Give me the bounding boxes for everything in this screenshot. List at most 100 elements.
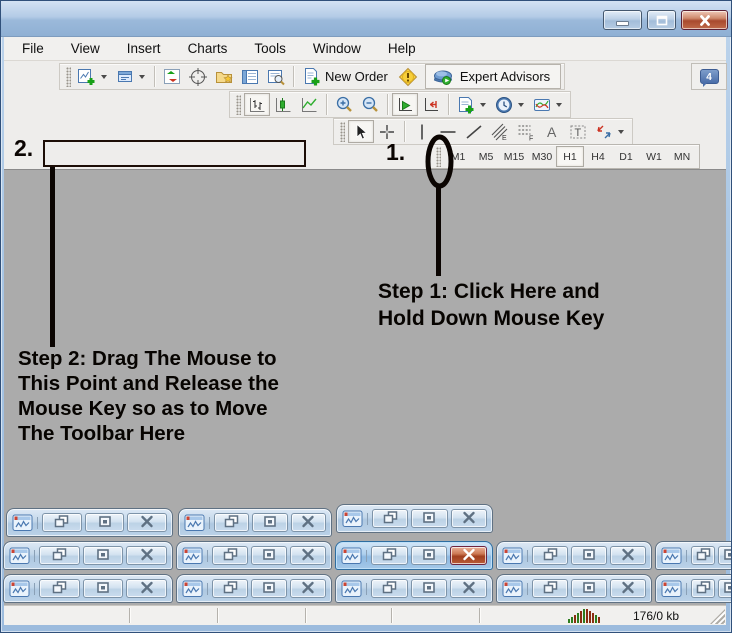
mini-close-button[interactable] [450,546,487,565]
mini-maximize-button[interactable] [411,546,448,565]
menu-item-tools[interactable]: Tools [254,41,286,56]
menu-item-insert[interactable]: Insert [127,41,161,56]
minimized-chart-window[interactable] [335,574,493,603]
mini-maximize-button[interactable] [411,579,448,598]
new-chart-button[interactable] [74,65,100,88]
mini-restore-button[interactable] [691,546,715,565]
minimized-chart-window[interactable] [655,574,732,603]
arrows-dropdown[interactable] [618,130,624,134]
history-center-button[interactable] [211,65,237,88]
fibonacci-button[interactable]: F [513,120,539,143]
mini-maximize-button[interactable] [571,546,607,565]
minimized-chart-window[interactable] [3,574,173,603]
mini-close-button[interactable] [126,546,167,565]
mini-restore-button[interactable] [372,509,408,528]
crosshair-target-button[interactable] [185,65,211,88]
crosshair-button[interactable] [374,120,400,143]
charts-toolbar-grip[interactable] [236,95,241,115]
mini-close-button[interactable] [290,579,326,598]
periods-button[interactable] [491,93,517,116]
mini-restore-button[interactable] [214,513,249,532]
mini-maximize-button[interactable] [718,546,732,565]
mini-restore-button[interactable] [371,579,408,598]
mini-maximize-button[interactable] [251,579,287,598]
indicators-dropdown[interactable] [556,103,562,107]
market-watch-button[interactable] [237,65,263,88]
minimized-chart-window[interactable] [6,508,173,537]
arrows-button[interactable] [591,120,617,143]
timeframe-m30-button[interactable]: M30 [528,146,556,167]
expert-advisors-panel[interactable]: Expert Advisors [425,64,561,89]
auto-scroll-button[interactable] [392,93,418,116]
timeframe-w1-button[interactable]: W1 [640,146,668,167]
menu-item-file[interactable]: File [22,41,44,56]
profiles-dropdown[interactable] [139,75,145,79]
timeframes-toolbar-grip[interactable] [436,147,441,167]
minimized-chart-window[interactable] [176,541,332,570]
horizontal-line-button[interactable] [435,120,461,143]
line_studies-toolbar-grip[interactable] [340,122,345,142]
timeframe-h1-button[interactable]: H1 [556,146,584,167]
maximize-button[interactable] [647,10,676,30]
cursor-button[interactable] [348,120,374,143]
periods-dropdown[interactable] [518,103,524,107]
mini-maximize-button[interactable] [411,509,447,528]
tick-chart-button[interactable] [159,65,185,88]
minimized-chart-window[interactable] [496,574,652,603]
timeframe-h4-button[interactable]: H4 [584,146,612,167]
mini-restore-button[interactable] [532,546,568,565]
mini-maximize-button[interactable] [571,579,607,598]
title-bar[interactable] [1,1,732,37]
new-chart-dropdown[interactable] [101,75,107,79]
menu-item-view[interactable]: View [71,41,100,56]
minimized-chart-window[interactable] [655,541,732,570]
mini-maximize-button[interactable] [718,579,732,598]
mini-maximize-button[interactable] [251,546,287,565]
candlestick-chart-button[interactable] [270,93,296,116]
community-chat-button[interactable]: 4 [691,63,727,90]
mini-restore-button[interactable] [691,579,715,598]
vertical-line-button[interactable] [409,120,435,143]
menu-item-charts[interactable]: Charts [188,41,228,56]
minimized-chart-window[interactable] [178,508,332,537]
menu-item-help[interactable]: Help [388,41,416,56]
text-label-button[interactable]: T [565,120,591,143]
minimized-chart-window[interactable] [496,541,652,570]
mini-close-button[interactable] [610,579,646,598]
text-button[interactable]: A [539,120,565,143]
profiles-button[interactable] [112,65,138,88]
standard-toolbar-grip[interactable] [66,67,71,87]
mini-close-button[interactable] [127,513,167,532]
indicators-button[interactable] [529,93,555,116]
line-chart-button[interactable] [296,93,322,116]
templates-button[interactable] [453,93,479,116]
timeframe-mn-button[interactable]: MN [668,146,696,167]
equidistant-channel-button[interactable]: E [487,120,513,143]
zoom-in-button[interactable] [331,93,357,116]
mini-close-button[interactable] [291,513,326,532]
minimize-button[interactable] [603,10,642,30]
minimized-chart-window-active[interactable] [335,541,493,570]
mini-maximize-button[interactable] [83,579,124,598]
minimized-chart-window[interactable] [336,504,493,533]
mini-maximize-button[interactable] [85,513,125,532]
mini-close-button[interactable] [451,509,487,528]
mini-restore-button[interactable] [39,579,80,598]
chart-shift-button[interactable] [418,93,444,116]
minimized-chart-window[interactable] [176,574,332,603]
mini-restore-button[interactable] [532,579,568,598]
zoom-out-button[interactable] [357,93,383,116]
mini-restore-button[interactable] [212,579,248,598]
mini-close-button[interactable] [290,546,326,565]
bar-chart-button[interactable] [244,93,270,116]
mini-restore-button[interactable] [371,546,408,565]
alerts-button[interactable] [395,65,421,88]
timeframe-d1-button[interactable]: D1 [612,146,640,167]
mini-close-button[interactable] [610,546,646,565]
menu-item-window[interactable]: Window [313,41,361,56]
trendline-button[interactable] [461,120,487,143]
mini-close-button[interactable] [126,579,167,598]
timeframe-m1-button[interactable]: M1 [444,146,472,167]
close-button[interactable] [681,10,728,30]
mini-maximize-button[interactable] [83,546,124,565]
